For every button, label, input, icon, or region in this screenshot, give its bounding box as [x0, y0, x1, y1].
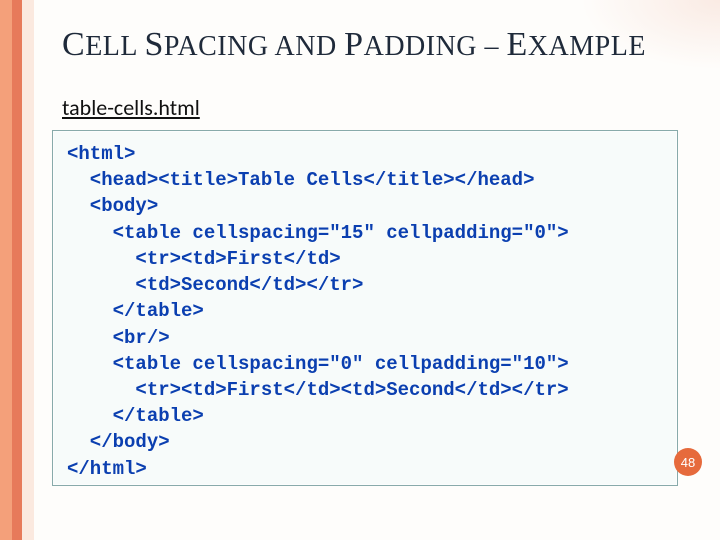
code-line: </html> [67, 458, 147, 480]
accent-bar-2 [12, 0, 22, 540]
code-line: <tr><td>First</td> [67, 248, 341, 270]
title-text: XAMPLE [528, 31, 646, 62]
code-line: <body> [67, 195, 158, 217]
code-line: </table> [67, 405, 204, 427]
page-number: 48 [681, 455, 695, 470]
slide-title: CELL SPACING AND PADDING – EXAMPLE [62, 26, 680, 64]
code-line: <html> [67, 143, 135, 165]
code-content: <html> <head><title>Table Cells</title><… [67, 141, 663, 482]
code-line: <tr><td>First</td><td>Second</td></tr> [67, 379, 569, 401]
code-line: </body> [67, 431, 170, 453]
accent-bar-3 [22, 0, 34, 540]
title-dash: – [485, 31, 507, 62]
slide: CELL SPACING AND PADDING – EXAMPLE table… [0, 0, 720, 540]
title-text: ADDING [364, 31, 485, 62]
title-text: ELL [85, 31, 144, 62]
code-line: </table> [67, 300, 204, 322]
code-box: <html> <head><title>Table Cells</title><… [52, 130, 678, 486]
page-number-badge: 48 [674, 448, 702, 476]
title-letter: P [344, 26, 363, 63]
code-line: <head><title>Table Cells</title></head> [67, 169, 534, 191]
left-accent-bars [0, 0, 34, 540]
title-letter: C [62, 26, 85, 63]
title-letter: S [144, 26, 163, 63]
code-line: <table cellspacing="15" cellpadding="0"> [67, 222, 569, 244]
title-letter: E [507, 26, 528, 63]
filename-label: table-cells.html [62, 94, 200, 121]
accent-bar-1 [0, 0, 12, 540]
code-line: <br/> [67, 327, 170, 349]
code-line: <table cellspacing="0" cellpadding="10"> [67, 353, 569, 375]
title-text: PACING AND [164, 31, 344, 62]
code-line: <td>Second</td></tr> [67, 274, 363, 296]
